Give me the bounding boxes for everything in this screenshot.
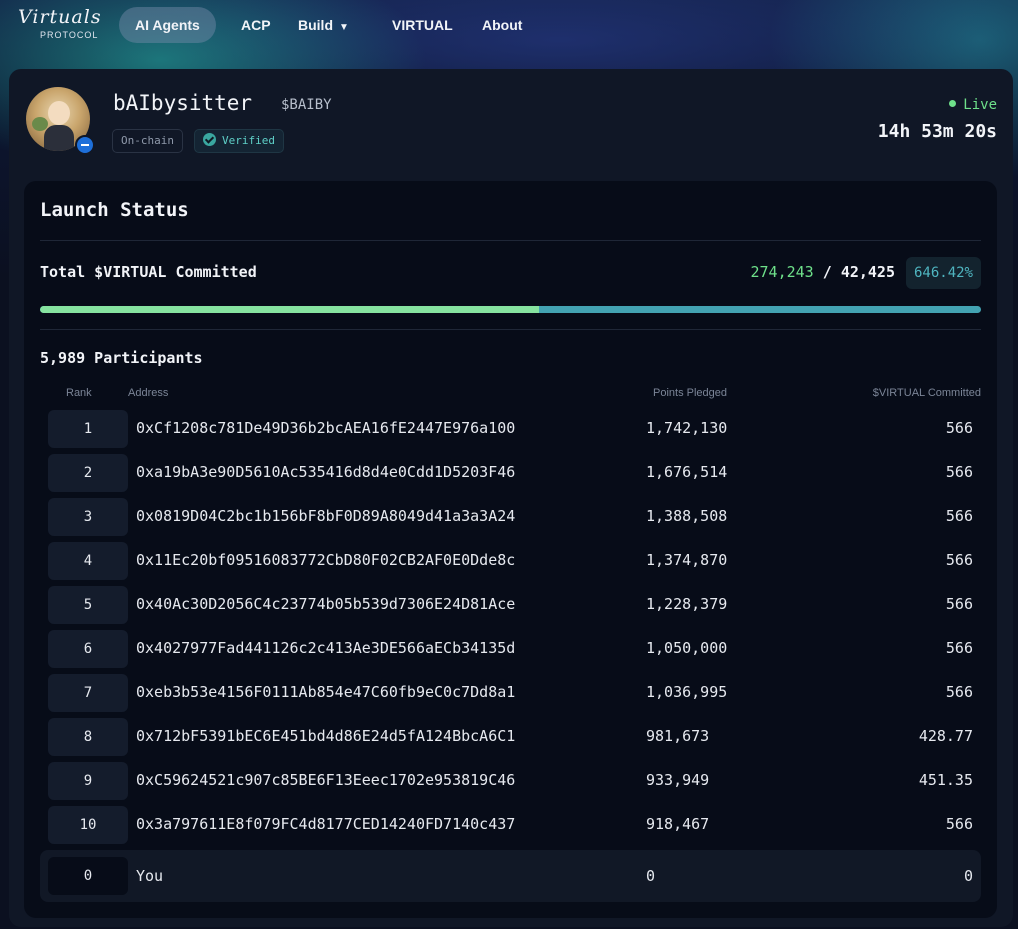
nav-ai-agents[interactable]: AI Agents (119, 7, 216, 43)
row-address: 0xa19bA3e90D5610Ac535416d8d4e0Cdd1D5203F… (136, 463, 516, 481)
row-points: 1,388,508 (646, 507, 728, 525)
row-committed: 566 (945, 463, 973, 481)
rank-badge: 9 (48, 762, 128, 800)
committed-value: 274,243 / 42,425 (750, 263, 896, 281)
row-points: 1,050,000 (646, 639, 728, 657)
table-row: 8 0x712bF5391bEC6E451bd4d86E24d5fA124BbcA… (40, 715, 981, 759)
rank-badge: 4 (48, 542, 128, 580)
row-address: 0x712bF5391bEC6E451bd4d86E24d5fA124BbcA6… (136, 727, 516, 745)
nav-acp[interactable]: ACP (241, 7, 271, 43)
row-points: 981,673 (646, 727, 710, 745)
col-header-address: Address (128, 387, 169, 399)
table-row: 3 0x0819D04C2bc1b156bF8bF0D89A8049d41a3a3… (40, 495, 981, 539)
agent-name: bAIbysitter (113, 91, 253, 115)
agent-ticker: $BAIBY (281, 97, 332, 113)
your-row: 0 You 0 0 (40, 850, 981, 902)
divider (40, 329, 981, 330)
row-points: 0 (646, 867, 656, 885)
chain-badge-icon (75, 135, 95, 155)
logo-subtitle: PROTOCOL (40, 30, 99, 40)
check-icon (203, 133, 216, 146)
row-points: 1,374,870 (646, 551, 728, 569)
table-row: 9 0xC59624521c907c85BE6F13Eeec1702e953819… (40, 759, 981, 803)
row-points: 918,467 (646, 815, 710, 833)
divider (40, 240, 981, 241)
row-committed: 566 (945, 419, 973, 437)
nav-virtual[interactable]: VIRTUAL (392, 7, 453, 43)
rank-badge: 2 (48, 454, 128, 492)
rank-badge: 0 (48, 857, 128, 895)
countdown-timer: 14h 53m 20s (877, 121, 997, 142)
row-address: 0x4027977Fad441126c2c413Ae3DE566aECb3413… (136, 639, 516, 657)
rank-badge: 1 (48, 410, 128, 448)
commit-progress-bar (40, 306, 981, 313)
row-committed: 566 (945, 507, 973, 525)
row-points: 1,742,130 (646, 419, 728, 437)
row-points: 1,228,379 (646, 595, 728, 613)
top-nav: Virtuals PROTOCOL AI Agents ACP Build ▼ V… (0, 0, 1018, 52)
row-points: 1,676,514 (646, 463, 728, 481)
row-address: 0xC59624521c907c85BE6F13Eeec1702e953819C… (136, 771, 516, 789)
table-row: 2 0xa19bA3e90D5610Ac535416d8d4e0Cdd1D5203… (40, 451, 981, 495)
row-committed: 566 (945, 639, 973, 657)
panel-title: Launch Status (40, 199, 189, 221)
live-status: Live (949, 97, 997, 113)
verified-tag: Verified (194, 129, 284, 153)
chevron-down-icon: ▼ (339, 22, 349, 33)
logo[interactable]: Virtuals PROTOCOL (18, 6, 108, 44)
row-committed: 0 (963, 867, 973, 885)
launch-status-panel: Launch Status Total $VIRTUAL Committed 2… (24, 181, 997, 918)
row-committed: 451.35 (918, 771, 973, 789)
row-committed: 428.77 (918, 727, 973, 745)
rank-badge: 10 (48, 806, 128, 844)
row-address: 0xeb3b53e4156F0111Ab854e47C60fb9eC0c7Dd8… (136, 683, 516, 701)
rank-badge: 6 (48, 630, 128, 668)
col-header-points: Points Pledged (653, 387, 727, 399)
row-address: 0x40Ac30D2056C4c23774b05b539d7306E24D81A… (136, 595, 516, 613)
table-row: 6 0x4027977Fad441126c2c413Ae3DE566aECb341… (40, 627, 981, 671)
row-committed: 566 (945, 815, 973, 833)
rank-badge: 3 (48, 498, 128, 536)
row-address: You (136, 867, 164, 885)
row-address: 0x3a797611E8f079FC4d8177CED14240FD7140c4… (136, 815, 516, 833)
rank-badge: 7 (48, 674, 128, 712)
table-row: 5 0x40Ac30D2056C4c23774b05b539d7306E24D81… (40, 583, 981, 627)
row-committed: 566 (945, 595, 973, 613)
committed-label: Total $VIRTUAL Committed (40, 263, 257, 281)
row-committed: 566 (945, 551, 973, 569)
row-points: 1,036,995 (646, 683, 728, 701)
rank-badge: 8 (48, 718, 128, 756)
agent-card: bAIbysitter $BAIBY On-chain Verified Liv… (9, 69, 1013, 927)
table-row: 4 0x11Ec20bf09516083772CbD80F02CB2AF0E0Dd… (40, 539, 981, 583)
table-row: 1 0xCf1208c781De49D36b2bcAEA16fE2447E976a… (40, 407, 981, 451)
row-address: 0x0819D04C2bc1b156bF8bF0D89A8049d41a3a3A… (136, 507, 516, 525)
participants-table: 1 0xCf1208c781De49D36b2bcAEA16fE2447E976a… (40, 407, 981, 847)
row-address: 0x11Ec20bf09516083772CbD80F02CB2AF0E0Dde… (136, 551, 516, 569)
table-row: 10 0x3a797611E8f079FC4d8177CED14240FD7140… (40, 803, 981, 847)
progress-fill (40, 306, 539, 313)
row-committed: 566 (945, 683, 973, 701)
participants-count: 5,989 Participants (40, 349, 203, 367)
live-dot-icon (949, 100, 957, 107)
col-header-committed: $VIRTUAL Committed (872, 387, 981, 399)
nav-about[interactable]: About (482, 7, 522, 43)
commit-percent-badge: 646.42% (905, 257, 981, 289)
onchain-tag: On-chain (112, 129, 183, 153)
col-header-rank: Rank (66, 387, 92, 399)
row-address: 0xCf1208c781De49D36b2bcAEA16fE2447E976a1… (136, 419, 516, 437)
nav-build[interactable]: Build ▼ (298, 7, 349, 43)
row-points: 933,949 (646, 771, 710, 789)
rank-badge: 5 (48, 586, 128, 624)
logo-wordmark: Virtuals (18, 6, 102, 28)
table-row: 7 0xeb3b53e4156F0111Ab854e47C60fb9eC0c7Dd… (40, 671, 981, 715)
